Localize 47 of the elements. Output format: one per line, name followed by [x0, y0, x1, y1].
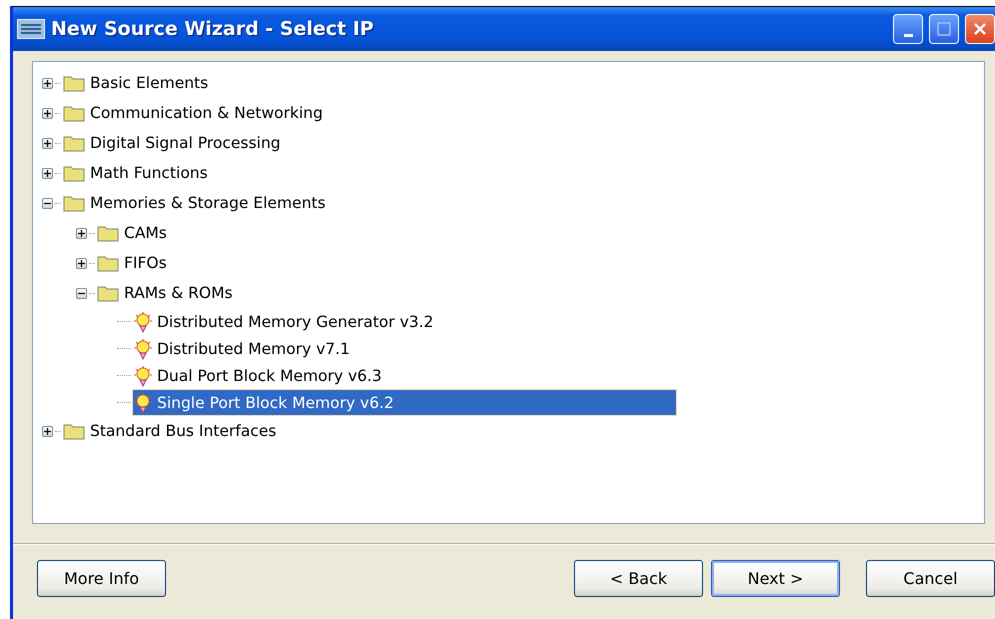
tree-item[interactable]: Dual Port Block Memory v6.3 — [133, 363, 676, 388]
folder-icon — [97, 254, 119, 272]
dialog-button[interactable]: More Info — [37, 560, 166, 597]
folder-icon — [63, 422, 85, 440]
app-icon — [17, 19, 45, 39]
folder-label[interactable]: RAMs & ROMs — [122, 284, 235, 302]
folder-icon — [97, 284, 119, 302]
expand-icon[interactable] — [42, 108, 53, 118]
collapse-icon[interactable] — [42, 198, 53, 208]
lightbulb-icon — [133, 364, 153, 386]
folder-label[interactable]: FIFOs — [122, 254, 169, 272]
expand-icon[interactable] — [42, 138, 53, 148]
folder-icon — [63, 104, 85, 122]
close-button[interactable] — [965, 14, 995, 44]
folder-label[interactable]: Memories & Storage Elements — [88, 194, 328, 212]
window-title: New Source Wizard - Select IP — [51, 18, 375, 40]
lightbulb-icon — [133, 310, 153, 332]
folder-label[interactable]: Basic Elements — [88, 74, 210, 92]
lightbulb-icon — [133, 392, 153, 414]
folder-icon — [63, 134, 85, 152]
folder-icon — [63, 74, 85, 92]
lightbulb-icon — [133, 338, 153, 360]
expand-icon[interactable] — [42, 168, 53, 178]
dialog-button[interactable]: Next > — [711, 560, 840, 597]
minimize-button[interactable] — [893, 14, 923, 44]
collapse-icon[interactable] — [76, 288, 87, 298]
folder-label[interactable]: Digital Signal Processing — [88, 134, 283, 152]
dialog-button[interactable]: Cancel — [866, 560, 995, 597]
folder-label[interactable]: CAMs — [122, 224, 169, 242]
folder-icon — [63, 164, 85, 182]
expand-icon[interactable] — [42, 78, 53, 88]
tree-item[interactable]: Distributed Memory Generator v3.2 — [133, 309, 676, 334]
minimize-icon — [904, 34, 912, 36]
tree-item[interactable]: Single Port Block Memory v6.2 — [133, 390, 676, 415]
folder-label[interactable]: Math Functions — [88, 164, 210, 182]
folder-icon — [63, 194, 85, 212]
close-icon — [973, 22, 987, 36]
dialog-button[interactable]: < Back — [574, 560, 703, 597]
expand-icon[interactable] — [42, 426, 53, 436]
expand-icon[interactable] — [76, 228, 87, 238]
folder-label[interactable]: Communication & Networking — [88, 104, 325, 122]
maximize-button[interactable] — [929, 14, 959, 44]
tree-item[interactable]: Distributed Memory v7.1 — [133, 336, 676, 361]
folder-label[interactable]: Standard Bus Interfaces — [88, 422, 278, 440]
expand-icon[interactable] — [76, 258, 87, 268]
maximize-icon — [936, 21, 952, 37]
folder-icon — [97, 224, 119, 242]
